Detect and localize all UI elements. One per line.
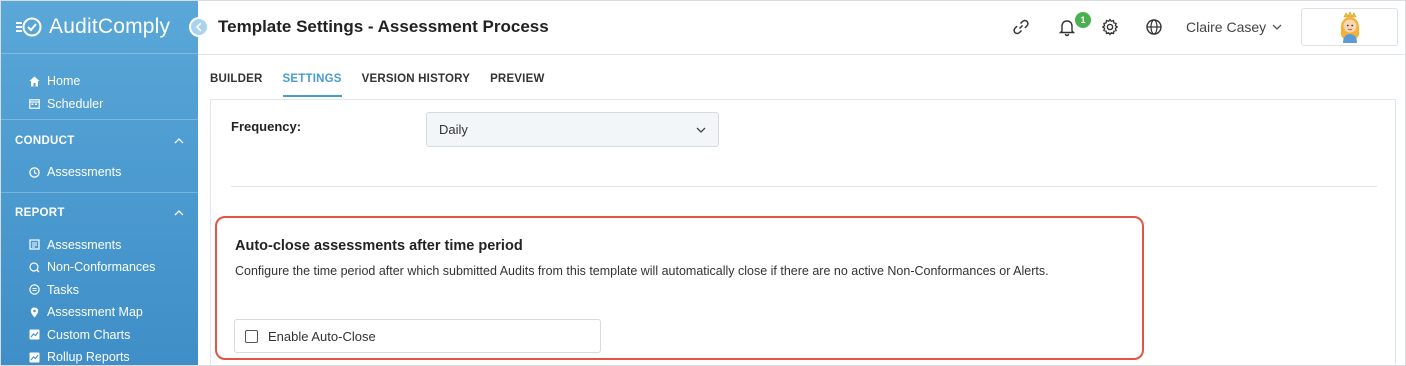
- frequency-label: Frequency:: [231, 119, 302, 134]
- sidebar-item-label: Rollup Reports: [47, 350, 130, 365]
- language-button[interactable]: [1143, 16, 1165, 38]
- logo-icon: [16, 17, 42, 37]
- home-icon: [29, 76, 40, 87]
- sidebar-item-scheduler[interactable]: Scheduler: [1, 93, 198, 116]
- page-title: Template Settings - Assessment Process: [218, 17, 549, 36]
- auto-close-section: Auto-close assessments after time period…: [215, 216, 1144, 360]
- chart-icon: [29, 352, 40, 363]
- sidebar-item-rollup-reports[interactable]: Rollup Reports: [1, 346, 198, 365]
- avatar[interactable]: [1301, 8, 1398, 46]
- sidebar-item-label: Tasks: [47, 282, 79, 297]
- frequency-value: Daily: [439, 122, 468, 137]
- sidebar-collapse-button[interactable]: [189, 17, 209, 37]
- tab-settings[interactable]: SETTINGS: [282, 56, 342, 97]
- tab-builder[interactable]: BUILDER: [210, 56, 263, 101]
- sidebar-item-conduct-assessments[interactable]: Assessments: [1, 161, 198, 184]
- settings-tabs: BUILDER SETTINGS VERSION HISTORY PREVIEW: [198, 56, 1405, 101]
- chevron-down-icon: [1272, 24, 1282, 30]
- sidebar-item-non-conformances[interactable]: Non-Conformances: [1, 256, 198, 279]
- tasks-icon: [29, 284, 40, 295]
- map-pin-icon: [30, 307, 39, 318]
- settings-button[interactable]: [1099, 16, 1121, 38]
- sidebar-item-label: Scheduler: [47, 96, 104, 111]
- clock-icon: [29, 167, 40, 178]
- sidebar-top-nav: Home Scheduler: [1, 54, 198, 119]
- globe-icon: [1146, 19, 1162, 35]
- auto-close-description: Configure the time period after which su…: [235, 264, 1049, 278]
- sidebar-section-conduct: CONDUCT Assessments: [1, 119, 198, 192]
- chevron-up-icon: [174, 210, 184, 216]
- sidebar-item-label: Non-Conformances: [47, 260, 156, 275]
- auto-close-title: Auto-close assessments after time period: [235, 238, 523, 254]
- sidebar-section-report: REPORT Assessments Non-Conformances Task…: [1, 191, 198, 366]
- enable-auto-close-field[interactable]: Enable Auto-Close: [234, 319, 601, 353]
- section-title: REPORT: [15, 207, 65, 219]
- settings-panel: Frequency: Daily Auto-close assessments …: [210, 99, 1396, 365]
- gear-icon: [1101, 18, 1119, 36]
- report-icon: [29, 239, 40, 250]
- sidebar-item-assessment-map[interactable]: Assessment Map: [1, 301, 198, 324]
- sidebar-item-label: Assessments: [47, 237, 122, 252]
- top-header: Template Settings - Assessment Process 1: [198, 1, 1405, 55]
- notification-badge: 1: [1075, 12, 1091, 28]
- sidebar-item-label: Custom Charts: [47, 327, 131, 342]
- sidebar-item-tasks[interactable]: Tasks: [1, 279, 198, 302]
- chevron-left-icon: [195, 22, 202, 32]
- sidebar-item-report-assessments[interactable]: Assessments: [1, 234, 198, 257]
- link-icon: [1013, 19, 1029, 35]
- enable-auto-close-checkbox[interactable]: [245, 329, 258, 343]
- avatar-icon: [1340, 11, 1359, 43]
- tab-preview[interactable]: PREVIEW: [490, 56, 544, 101]
- section-divider: [231, 186, 1377, 187]
- sidebar-item-home[interactable]: Home: [1, 70, 198, 93]
- section-toggle-report[interactable]: REPORT: [1, 191, 198, 234]
- chevron-down-icon: [696, 127, 706, 133]
- chart-icon: [29, 329, 40, 340]
- sidebar: AuditComply Home Scheduler CONDUCT Asses…: [1, 1, 198, 366]
- user-name: Claire Casey: [1186, 19, 1267, 35]
- calendar-icon: [29, 99, 40, 110]
- app-window: AuditComply Home Scheduler CONDUCT Asses…: [0, 0, 1406, 366]
- sidebar-item-label: Assessment Map: [47, 305, 143, 320]
- app-name: AuditComply: [49, 15, 171, 38]
- chevron-up-icon: [174, 137, 184, 143]
- frequency-select[interactable]: Daily: [426, 112, 719, 147]
- sidebar-item-label: Assessments: [47, 165, 122, 180]
- bell-icon: [1058, 20, 1076, 37]
- app-logo[interactable]: AuditComply: [1, 1, 198, 54]
- non-conformance-icon: [29, 262, 40, 273]
- section-title: CONDUCT: [15, 134, 75, 147]
- enable-auto-close-label: Enable Auto-Close: [268, 328, 376, 344]
- sidebar-item-label: Home: [47, 74, 81, 89]
- section-toggle-conduct[interactable]: CONDUCT: [1, 119, 198, 161]
- user-menu[interactable]: Claire Casey: [1186, 19, 1282, 35]
- sidebar-item-custom-charts[interactable]: Custom Charts: [1, 324, 198, 347]
- link-button[interactable]: [1010, 16, 1032, 38]
- tab-version-history[interactable]: VERSION HISTORY: [362, 56, 470, 101]
